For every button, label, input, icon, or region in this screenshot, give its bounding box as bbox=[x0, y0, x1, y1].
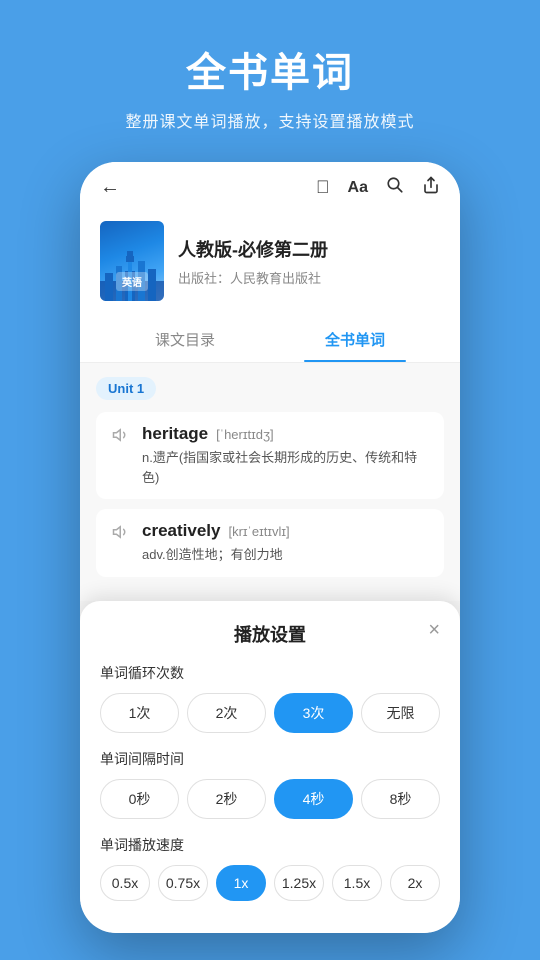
share-icon[interactable] bbox=[422, 176, 440, 199]
interval-label: 单词间隔时间 bbox=[100, 749, 440, 769]
topbar-left: ← bbox=[100, 176, 120, 199]
book-info: 人教版-必修第二册 出版社：人民教育出版社 bbox=[178, 236, 440, 287]
word-phonetic-2: [krɪˈeɪtɪvlɪ] bbox=[228, 524, 289, 539]
speaker-icon-1[interactable] bbox=[112, 426, 130, 449]
speed-0-5x-btn[interactable]: 0.5x bbox=[100, 865, 150, 901]
loop-count-section: 单词循环次数 1次 2次 3次 无限 bbox=[100, 663, 440, 733]
sheet-title: 播放设置 bbox=[234, 621, 306, 647]
content-area: Unit 1 heritage [ˈherɪtɪdʒ] n.遗产(指国家或社会长… bbox=[80, 363, 460, 601]
loop-count-options: 1次 2次 3次 无限 bbox=[100, 693, 440, 733]
interval-0s-btn[interactable]: 0秒 bbox=[100, 779, 179, 819]
word-item-creatively: creatively [krɪˈeɪtɪvlɪ] adv.创造性地；有创力地 bbox=[96, 509, 444, 577]
interval-options: 0秒 2秒 4秒 8秒 bbox=[100, 779, 440, 819]
word-phonetic-1: [ˈherɪtɪdʒ] bbox=[216, 427, 274, 442]
interval-section: 单词间隔时间 0秒 2秒 4秒 8秒 bbox=[100, 749, 440, 819]
font-size-icon[interactable]: Aa bbox=[348, 179, 368, 197]
speed-2x-btn[interactable]: 2x bbox=[390, 865, 440, 901]
speed-label: 单词播放速度 bbox=[100, 835, 440, 855]
speed-1-25x-btn[interactable]: 1.25x bbox=[274, 865, 324, 901]
tab-contents[interactable]: 课文目录 bbox=[100, 317, 270, 362]
word-content-creatively: creatively [krɪˈeɪtɪvlɪ] adv.创造性地；有创力地 bbox=[142, 521, 290, 565]
word-english-2: creatively bbox=[142, 521, 220, 541]
phone-topbar: ←  Aa bbox=[80, 162, 460, 209]
loop-unlimited-btn[interactable]: 无限 bbox=[361, 693, 440, 733]
top-section: 全书单词 整册课文单词播放，支持设置播放模式 bbox=[0, 0, 540, 162]
word-item-heritage: heritage [ˈherɪtɪdʒ] n.遗产(指国家或社会长期形成的历史、… bbox=[96, 412, 444, 499]
subtitle: 整册课文单词播放，支持设置播放模式 bbox=[20, 108, 520, 132]
word-def-1: n.遗产(指国家或社会长期形成的历史、传统和特色) bbox=[142, 448, 428, 487]
interval-4s-btn[interactable]: 4秒 bbox=[274, 779, 353, 819]
speed-1x-btn[interactable]: 1x bbox=[216, 865, 266, 901]
back-icon[interactable]: ← bbox=[100, 176, 120, 199]
unit-badge: Unit 1 bbox=[96, 377, 156, 400]
speed-1-5x-btn[interactable]: 1.5x bbox=[332, 865, 382, 901]
loop-3x-btn[interactable]: 3次 bbox=[274, 693, 353, 733]
topbar-icons:  Aa bbox=[316, 176, 440, 199]
close-button[interactable]: × bbox=[428, 619, 440, 642]
speaker-icon-2[interactable] bbox=[112, 523, 130, 546]
interval-2s-btn[interactable]: 2秒 bbox=[187, 779, 266, 819]
speed-0-75x-btn[interactable]: 0.75x bbox=[158, 865, 208, 901]
book-header: 英语 人教版-必修第二册 出版社：人民教育出版社 bbox=[80, 209, 460, 317]
book-publisher: 出版社：人民教育出版社 bbox=[178, 268, 440, 287]
speed-section: 单词播放速度 0.5x 0.75x 1x 1.25x 1.5x 2x bbox=[100, 835, 440, 901]
word-line-2: creatively [krɪˈeɪtɪvlɪ] bbox=[142, 521, 290, 541]
main-title: 全书单词 bbox=[20, 40, 520, 98]
bottom-sheet: 播放设置 × 单词循环次数 1次 2次 3次 无限 单词间隔时间 0秒 2秒 4… bbox=[80, 601, 460, 933]
speed-options: 0.5x 0.75x 1x 1.25x 1.5x 2x bbox=[100, 865, 440, 901]
loop-count-label: 单词循环次数 bbox=[100, 663, 440, 683]
word-line-1: heritage [ˈherɪtɪdʒ] bbox=[142, 424, 428, 444]
tabs: 课文目录 全书单词 bbox=[80, 317, 460, 363]
search-icon[interactable] bbox=[386, 176, 404, 199]
book-cover-label: 英语 bbox=[116, 272, 148, 291]
loop-2x-btn[interactable]: 2次 bbox=[187, 693, 266, 733]
sheet-header: 播放设置 × bbox=[100, 621, 440, 647]
interval-8s-btn[interactable]: 8秒 bbox=[361, 779, 440, 819]
word-def-2: adv.创造性地；有创力地 bbox=[142, 545, 290, 565]
loop-1x-btn[interactable]: 1次 bbox=[100, 693, 179, 733]
tab-vocabulary[interactable]: 全书单词 bbox=[270, 317, 440, 362]
bookmark-icon[interactable]:  bbox=[316, 177, 330, 198]
phone-mockup: ←  Aa bbox=[80, 162, 460, 933]
book-title: 人教版-必修第二册 bbox=[178, 236, 440, 262]
word-english-1: heritage bbox=[142, 424, 208, 444]
book-cover: 英语 bbox=[100, 221, 164, 301]
word-content-heritage: heritage [ˈherɪtɪdʒ] n.遗产(指国家或社会长期形成的历史、… bbox=[142, 424, 428, 487]
